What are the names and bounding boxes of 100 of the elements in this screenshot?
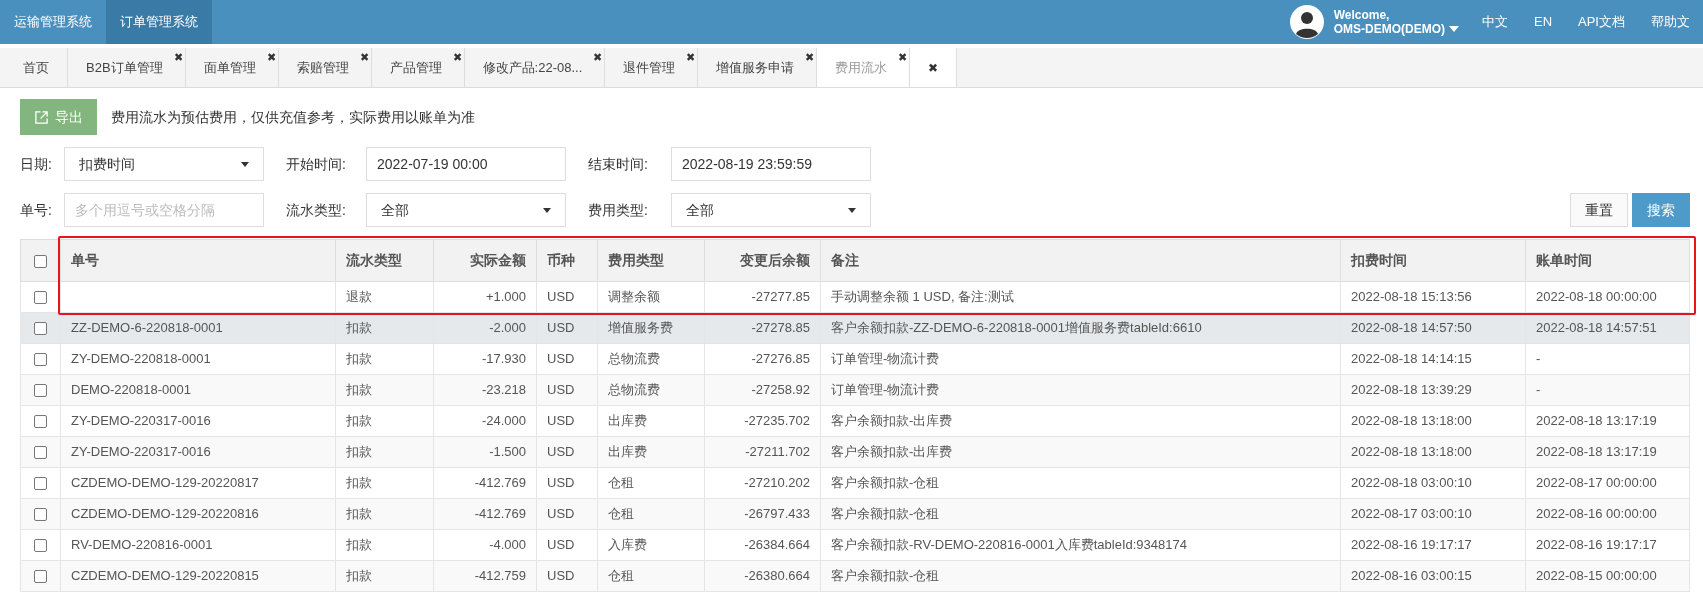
table-cell: 2022-08-16 19:17:17 — [1536, 537, 1657, 553]
column-header[interactable]: 流水类型 — [335, 239, 434, 282]
table-cell: USD — [547, 382, 575, 398]
table-cell: 仓租 — [608, 475, 634, 491]
close-icon[interactable]: ✖ — [593, 49, 603, 66]
column-header[interactable]: 变更后余额 — [704, 239, 821, 282]
table-cell: -27210.202 — [744, 475, 810, 491]
table-cell: 客户余额扣款-仓租 — [831, 568, 940, 584]
checkbox[interactable] — [34, 446, 47, 460]
column-header[interactable]: 单号 — [60, 239, 336, 282]
table-cell: 2022-08-15 00:00:00 — [1536, 568, 1657, 584]
table-cell: -27235.702 — [744, 413, 810, 429]
checkbox[interactable] — [34, 322, 47, 336]
table-cell: 客户余额扣款-出库费 — [831, 413, 953, 429]
system-tab[interactable]: 订单管理系统 — [106, 0, 212, 44]
dropdown[interactable]: 全部 — [671, 193, 871, 227]
checkbox[interactable] — [34, 254, 47, 268]
table-cell: RV-DEMO-220816-0001 — [71, 537, 213, 553]
table-cell: -27277.85 — [751, 289, 810, 305]
close-icon[interactable]: ✖ — [359, 49, 369, 66]
table-cell: CZDEMO-DEMO-129-20220817 — [71, 475, 259, 491]
table-cell: -27278.85 — [751, 320, 810, 336]
table-cell: ZY-DEMO-220818-0001 — [71, 351, 211, 367]
checkbox[interactable] — [34, 570, 47, 584]
table-cell: USD — [547, 351, 575, 367]
table-cell: 调整余额 — [608, 289, 660, 305]
table-cell: 客户余额扣款-ZZ-DEMO-6-220818-0001增值服务费tableId:6610 — [831, 320, 1202, 336]
table-cell: USD — [547, 289, 575, 305]
table-cell: -23.218 — [481, 382, 526, 398]
input-field[interactable]: 多个用逗号或空格分隔 — [64, 193, 264, 227]
caret-icon[interactable] — [241, 161, 249, 167]
column-header[interactable]: 币种 — [536, 239, 598, 282]
input-field[interactable]: 2022-07-19 00:00 — [366, 147, 566, 181]
table-cell: 总物流费 — [608, 351, 660, 367]
table-cell: 总物流费 — [608, 382, 660, 398]
table-cell: -27211.702 — [745, 444, 810, 460]
table-cell: 扣款 — [346, 475, 372, 491]
column-header[interactable]: 备注 — [820, 239, 1341, 282]
table-cell: 2022-08-16 19:17:17 — [1351, 537, 1472, 553]
table-cell: 扣款 — [346, 320, 372, 336]
column-header[interactable]: 账单时间 — [1525, 239, 1690, 282]
filter-label: 费用类型: — [588, 200, 649, 220]
filter-label: 流水类型: — [286, 200, 347, 220]
table-cell: 退款 — [346, 289, 372, 305]
close-icon[interactable]: ✖ — [805, 49, 815, 66]
avatar-icon — [1289, 5, 1324, 39]
table-cell: -412.769 — [474, 506, 526, 522]
table-cell: 2022-08-18 13:17:19 — [1536, 444, 1657, 460]
table-cell: 增值服务费 — [608, 320, 673, 336]
close-icon[interactable]: ✖ — [898, 49, 908, 66]
close-icon[interactable]: ✖ — [173, 49, 183, 66]
table-cell: 2022-08-16 00:00:00 — [1536, 506, 1657, 522]
dropdown[interactable]: 全部 — [366, 193, 566, 227]
table-cell: ZZ-DEMO-6-220818-0001 — [71, 320, 223, 336]
table-cell: -24.000 — [481, 413, 526, 429]
close-icon[interactable]: ✖ — [686, 49, 696, 66]
close-icon[interactable]: ✖ — [266, 49, 276, 66]
table-cell: 仓租 — [608, 568, 634, 584]
table-cell: USD — [547, 568, 575, 584]
checkbox[interactable] — [34, 291, 47, 305]
table-cell: USD — [547, 320, 575, 336]
table-cell: 扣款 — [346, 568, 372, 584]
column-header[interactable]: 实际金额 — [433, 239, 537, 282]
table-cell: 扣款 — [346, 351, 372, 367]
table-cell: 2022-08-18 00:00:00 — [1536, 289, 1657, 305]
checkbox[interactable] — [34, 508, 47, 522]
table-cell: 2022-08-18 03:00:10 — [1351, 475, 1472, 491]
table-cell: 2022-08-17 00:00:00 — [1536, 475, 1657, 491]
table-cell: 手动调整余额 1 USD, 备注:测试 — [831, 289, 1014, 305]
table-cell: USD — [547, 506, 575, 522]
checkbox[interactable] — [34, 353, 47, 367]
table-cell: 客户余额扣款-仓租 — [831, 506, 940, 522]
table-cell: -27276.85 — [751, 351, 810, 367]
table-cell: 订单管理-物流计费 — [831, 382, 940, 398]
caret-icon[interactable] — [543, 207, 551, 213]
filter-label: 结束时间: — [588, 154, 649, 174]
tab[interactable]: 费用流水 ✖ — [817, 48, 911, 87]
table-cell: -26380.664 — [744, 568, 810, 584]
input-field[interactable]: 2022-08-19 23:59:59 — [671, 147, 871, 181]
column-header[interactable]: 扣费时间 — [1340, 239, 1526, 282]
table-cell: 出库费 — [608, 413, 647, 429]
checkbox[interactable] — [34, 384, 47, 398]
table-cell: USD — [547, 537, 575, 553]
checkbox[interactable] — [34, 539, 47, 553]
table-cell: - — [1536, 351, 1541, 367]
column-header[interactable]: 费用类型 — [597, 239, 705, 282]
welcome-text: Welcome, — [1333, 8, 1391, 22]
dropdown[interactable]: 扣费时间 — [64, 147, 264, 181]
notice-text: 费用流水为预估费用，仅供充值参考，实际费用以账单为准 — [111, 107, 475, 127]
export-icon — [34, 109, 49, 125]
caret-icon[interactable] — [848, 207, 856, 213]
close-icon[interactable]: ✖ — [452, 49, 462, 66]
reset-button[interactable]: 重置 — [1570, 193, 1628, 227]
close-all-button[interactable]: ✖ — [910, 48, 958, 87]
table-cell: USD — [547, 444, 575, 460]
table-cell: 2022-08-16 03:00:15 — [1351, 568, 1472, 584]
table-cell: USD — [547, 475, 575, 491]
checkbox[interactable] — [34, 415, 47, 429]
table-cell: -412.759 — [474, 568, 526, 584]
checkbox[interactable] — [34, 477, 47, 491]
